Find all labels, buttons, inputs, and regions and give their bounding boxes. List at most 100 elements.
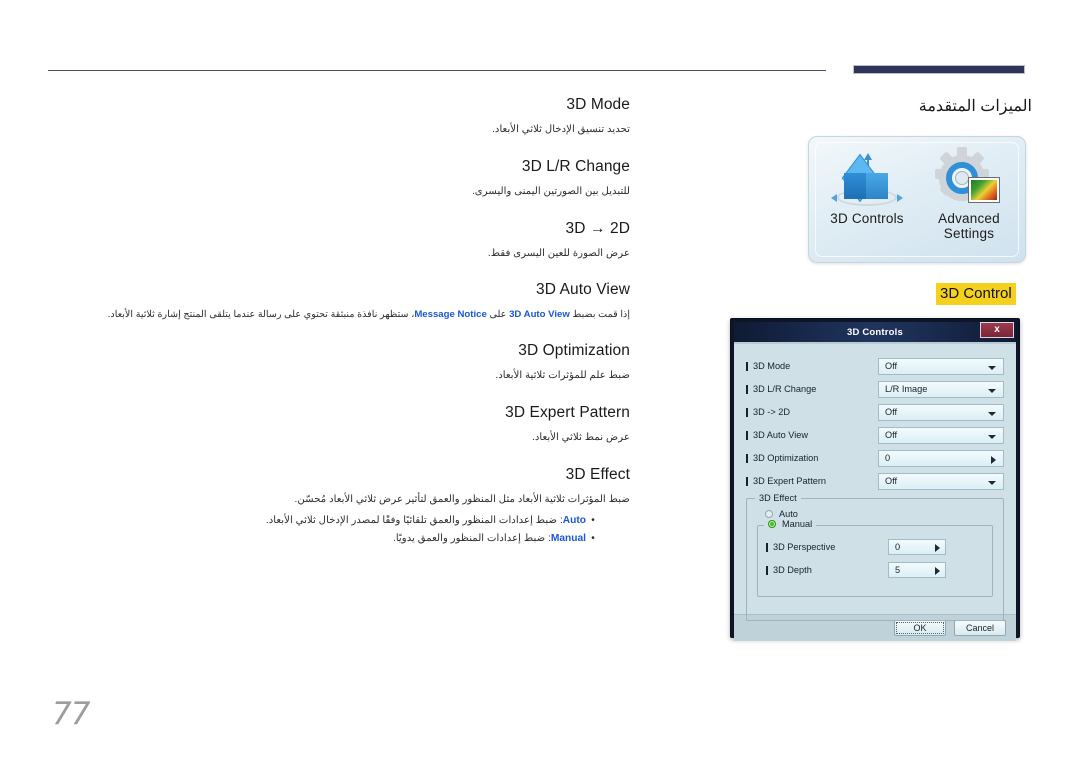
3d-controls-dialog: 3D Controls x 3D Mode Off 3D L/R Change …	[730, 318, 1020, 641]
dropdown-3d-auto-view[interactable]: Off	[878, 426, 1004, 444]
field-label: 3D Auto View	[746, 430, 878, 440]
header-rule-accent	[853, 65, 1025, 74]
radio-icon	[765, 510, 773, 518]
field-row-3d-auto-view: 3D Auto View Off	[746, 425, 1004, 445]
dropdown-3d-lr-change[interactable]: L/R Image	[878, 380, 1004, 398]
gear-with-photo-icon	[917, 147, 1021, 211]
3d-cube-icon	[815, 149, 919, 211]
stepper-value: 5	[895, 565, 901, 575]
dropdown-3d-mode[interactable]: Off	[878, 357, 1004, 375]
field-label-text: 3D L/R Change	[753, 384, 817, 394]
doc-description: ضبط المؤثرات ثلاثية الأبعاد مثل المنظور …	[294, 493, 630, 505]
dialog-title: 3D Controls	[846, 326, 904, 338]
bullet-keyword-manual: Manual	[550, 533, 586, 545]
header-rule-thin	[48, 70, 826, 71]
doc-bullet-list: • Auto: ضبط إعدادات المنظور والعمق تلقائ…	[40, 514, 630, 548]
field-label: 3D Perspective	[766, 542, 888, 552]
field-label-text: 3D Depth	[773, 565, 812, 575]
dropdown-3d-to-2d[interactable]: Off	[878, 403, 1004, 421]
list-item: • Manual: ضبط إعدادات المنظور والعمق يدو…	[40, 532, 630, 547]
doc-keyword-message-notice: Message Notice	[414, 309, 487, 321]
doc-description: إذا قمت بضبط 3D Auto View على Message No…	[40, 308, 630, 322]
chevron-right-icon[interactable]	[935, 544, 940, 552]
dropdown-value: Off	[885, 476, 898, 486]
stepper-3d-perspective[interactable]: 0	[888, 539, 946, 555]
osd-item-label: Advanced Settings	[917, 211, 1021, 241]
osd-icon-panel: 3D Controls Advanced Settings	[808, 136, 1026, 263]
radio-label: Auto	[779, 509, 798, 519]
3d-effect-group: 3D Effect Auto Manual 3D Perspective 0 3…	[746, 493, 1004, 621]
doc-heading: 3D L/R Change	[521, 157, 630, 175]
group-legend: 3D Effect	[755, 493, 801, 503]
bullet-text: Auto: ضبط إعدادات المنظور والعمق تلقائيً…	[266, 514, 586, 529]
dialog-titlebar[interactable]: 3D Controls x	[734, 322, 1016, 342]
doc-heading: 3D Optimization	[518, 342, 630, 360]
radio-auto[interactable]: Auto	[757, 509, 993, 519]
field-marker-icon	[766, 542, 768, 552]
chevron-down-icon	[988, 480, 996, 485]
field-label: 3D Optimization	[746, 453, 878, 463]
bullet-marker-icon: •	[591, 533, 595, 545]
dialog-body: 3D Mode Off 3D L/R Change L/R Image 3D -…	[734, 342, 1016, 621]
bullet-marker-icon: •	[591, 514, 595, 526]
doc-block-3d-auto-view: 3D Auto View إذا قمت بضبط 3D Auto View ع…	[40, 281, 630, 322]
radio-icon-selected	[768, 520, 776, 528]
manual-subgroup: Manual 3D Perspective 0 3D Depth 5	[757, 519, 993, 597]
field-marker-icon	[746, 384, 748, 394]
field-row-3d-to-2d: 3D -> 2D Off	[746, 402, 1004, 422]
doc-description: للتبديل بين الصورتين اليمنى واليسرى.	[471, 185, 630, 197]
doc-desc-mid: على	[486, 309, 510, 321]
doc-desc-pre: إذا قمت بضبط	[569, 309, 631, 321]
doc-heading: 3D Mode	[566, 96, 630, 113]
field-label-text: 3D Mode	[753, 361, 791, 371]
photo-thumbnail-icon	[968, 177, 1000, 203]
field-marker-icon	[766, 565, 768, 575]
ok-button[interactable]: OK	[894, 620, 946, 636]
page-number: 77	[52, 696, 90, 732]
chevron-right-icon[interactable]	[935, 567, 940, 575]
doc-heading: 3D → 2D	[565, 219, 630, 237]
stepper-3d-optimization[interactable]: 0	[878, 449, 1004, 467]
osd-item-3d-controls[interactable]: 3D Controls	[815, 149, 919, 226]
bullet-keyword-auto: Auto	[562, 514, 586, 526]
field-row-3d-optimization: 3D Optimization 0	[746, 448, 1004, 468]
field-label: 3D L/R Change	[746, 384, 878, 394]
bullet-body: : ضبط إعدادات المنظور والعمق تلقائيًا وف…	[265, 514, 563, 526]
dropdown-value: L/R Image	[885, 384, 928, 394]
doc-block-3d-optimization: 3D Optimization ضبط علم للمؤثرات ثلاثية …	[40, 342, 630, 384]
field-label: 3D Depth	[766, 565, 888, 575]
chevron-down-icon	[988, 434, 996, 439]
list-item: • Auto: ضبط إعدادات المنظور والعمق تلقائ…	[40, 514, 630, 529]
chevron-down-icon	[988, 411, 996, 416]
doc-desc-post: ، ستظهر نافذة منبثقة تحتوي على رسالة عند…	[107, 309, 415, 321]
field-marker-icon	[746, 407, 748, 417]
doc-description: تحديد تنسيق الإدخال ثلاثي الأبعاد.	[492, 124, 630, 135]
doc-block-3d-lr-change: 3D L/R Change للتبديل بين الصورتين اليمن…	[40, 158, 630, 200]
field-label: 3D Expert Pattern	[746, 476, 878, 486]
page-title: الميزات المتقدمة	[918, 98, 1032, 115]
close-icon[interactable]: x	[980, 322, 1014, 338]
doc-block-3d-expert-pattern: 3D Expert Pattern عرض نمط ثلاثي الأبعاد.	[40, 404, 630, 446]
doc-description: عرض الصورة للعين اليسرى فقط.	[487, 247, 630, 259]
radio-manual[interactable]: Manual	[764, 519, 817, 529]
bullet-body: : ضبط إعدادات المنظور والعمق يدويًا.	[393, 533, 551, 545]
osd-item-label-line1: Advanced	[938, 211, 1000, 226]
stepper-3d-depth[interactable]: 5	[888, 562, 946, 578]
dropdown-value: Off	[885, 430, 898, 440]
field-marker-icon	[746, 476, 748, 486]
status-badge: 3D Control	[936, 283, 1016, 305]
dropdown-3d-expert-pattern[interactable]: Off	[878, 472, 1004, 490]
cancel-button[interactable]: Cancel	[954, 620, 1006, 636]
field-label: 3D -> 2D	[746, 407, 878, 417]
stepper-value: 0	[885, 453, 891, 463]
osd-item-advanced-settings[interactable]: Advanced Settings	[917, 147, 1021, 241]
chevron-right-icon[interactable]	[991, 455, 996, 464]
field-label-text: 3D Auto View	[753, 430, 808, 440]
doc-block-3d-mode: 3D Mode تحديد تنسيق الإدخال ثلاثي الأبعا…	[40, 96, 630, 138]
field-row-3d-depth: 3D Depth 5	[766, 561, 984, 579]
doc-keyword-auto-view: 3D Auto View	[509, 309, 570, 321]
field-label-text: 3D Expert Pattern	[753, 476, 827, 486]
field-marker-icon	[746, 453, 748, 463]
dropdown-value: Off	[885, 361, 898, 371]
field-label-text: 3D Optimization	[753, 453, 819, 463]
